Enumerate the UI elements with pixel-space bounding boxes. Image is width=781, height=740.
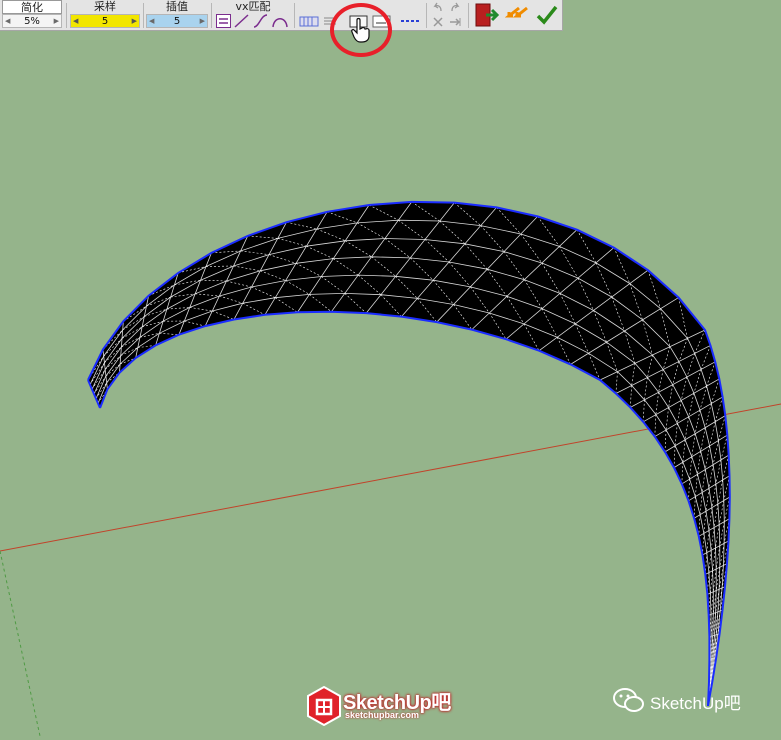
- sampling-spinner[interactable]: ◀ 5 ▶: [70, 14, 140, 28]
- vx-s-curve-icon[interactable]: [253, 14, 268, 28]
- divider: [294, 3, 295, 28]
- interpolate-value: 5: [174, 16, 180, 27]
- interpolate-spinner[interactable]: ◀ 5 ▶: [146, 14, 208, 28]
- sampling-label: 采样: [70, 0, 140, 14]
- wechat-watermark: SketchUp吧: [612, 686, 780, 716]
- increase-arrow-icon[interactable]: ▶: [54, 15, 59, 28]
- delete-icon[interactable]: [432, 16, 444, 28]
- divider: [143, 3, 144, 28]
- arrow-right-icon[interactable]: [449, 16, 462, 28]
- brand-watermark: SketchUp吧 sketchupbar.com: [307, 684, 477, 728]
- divider: [211, 3, 212, 28]
- vx-line-icon[interactable]: [234, 14, 249, 28]
- increase-arrow-icon[interactable]: ▶: [132, 15, 137, 28]
- simplify-value: 5%: [24, 16, 40, 27]
- accept-check-icon[interactable]: [535, 2, 559, 32]
- sketchup-logo-icon: [307, 686, 341, 726]
- sampling-value: 5: [102, 16, 108, 27]
- curved-mesh-surface[interactable]: [88, 202, 730, 706]
- back-orange-icon[interactable]: [505, 2, 531, 32]
- exit-door-icon[interactable]: [474, 2, 500, 32]
- wechat-icon: [612, 686, 646, 714]
- redo-icon[interactable]: [449, 2, 461, 13]
- decrease-arrow-icon[interactable]: ◀: [73, 15, 78, 28]
- vx-straight-icon[interactable]: [216, 14, 231, 28]
- dashed-line-icon[interactable]: [400, 14, 422, 28]
- interpolate-group: 插值 ◀ 5 ▶: [146, 0, 208, 31]
- brand-url: sketchupbar.com: [345, 710, 419, 720]
- divider: [66, 3, 67, 28]
- hand-cursor-icon: [350, 17, 372, 43]
- divider: [468, 3, 469, 28]
- simplify-group: 简化 ◀ 5% ▶: [2, 0, 62, 31]
- simplify-label: 简化: [2, 0, 62, 14]
- interpolate-label: 插值: [146, 0, 208, 14]
- green-axis: [0, 551, 40, 736]
- sampling-group: 采样 ◀ 5 ▶: [70, 0, 140, 31]
- undo-icon[interactable]: [432, 2, 444, 13]
- vx-match-label: vx匹配: [214, 0, 292, 14]
- viewport-canvas[interactable]: [0, 0, 781, 736]
- increase-arrow-icon[interactable]: ▶: [200, 15, 205, 28]
- divider: [426, 3, 427, 28]
- wechat-account-name: SketchUp吧: [650, 689, 741, 714]
- sketchup-viewport[interactable]: [0, 0, 781, 736]
- simplify-spinner[interactable]: ◀ 5% ▶: [2, 14, 62, 28]
- grid-columns-icon[interactable]: [299, 14, 319, 28]
- vx-arc-icon[interactable]: [272, 14, 287, 28]
- decrease-arrow-icon[interactable]: ◀: [5, 15, 10, 28]
- decrease-arrow-icon[interactable]: ◀: [149, 15, 154, 28]
- toolbar: 简化 ◀ 5% ▶ 采样 ◀ 5 ▶ 插值 ◀ 5 ▶ vx匹配: [0, 0, 563, 31]
- vx-match-group: vx匹配: [214, 0, 292, 31]
